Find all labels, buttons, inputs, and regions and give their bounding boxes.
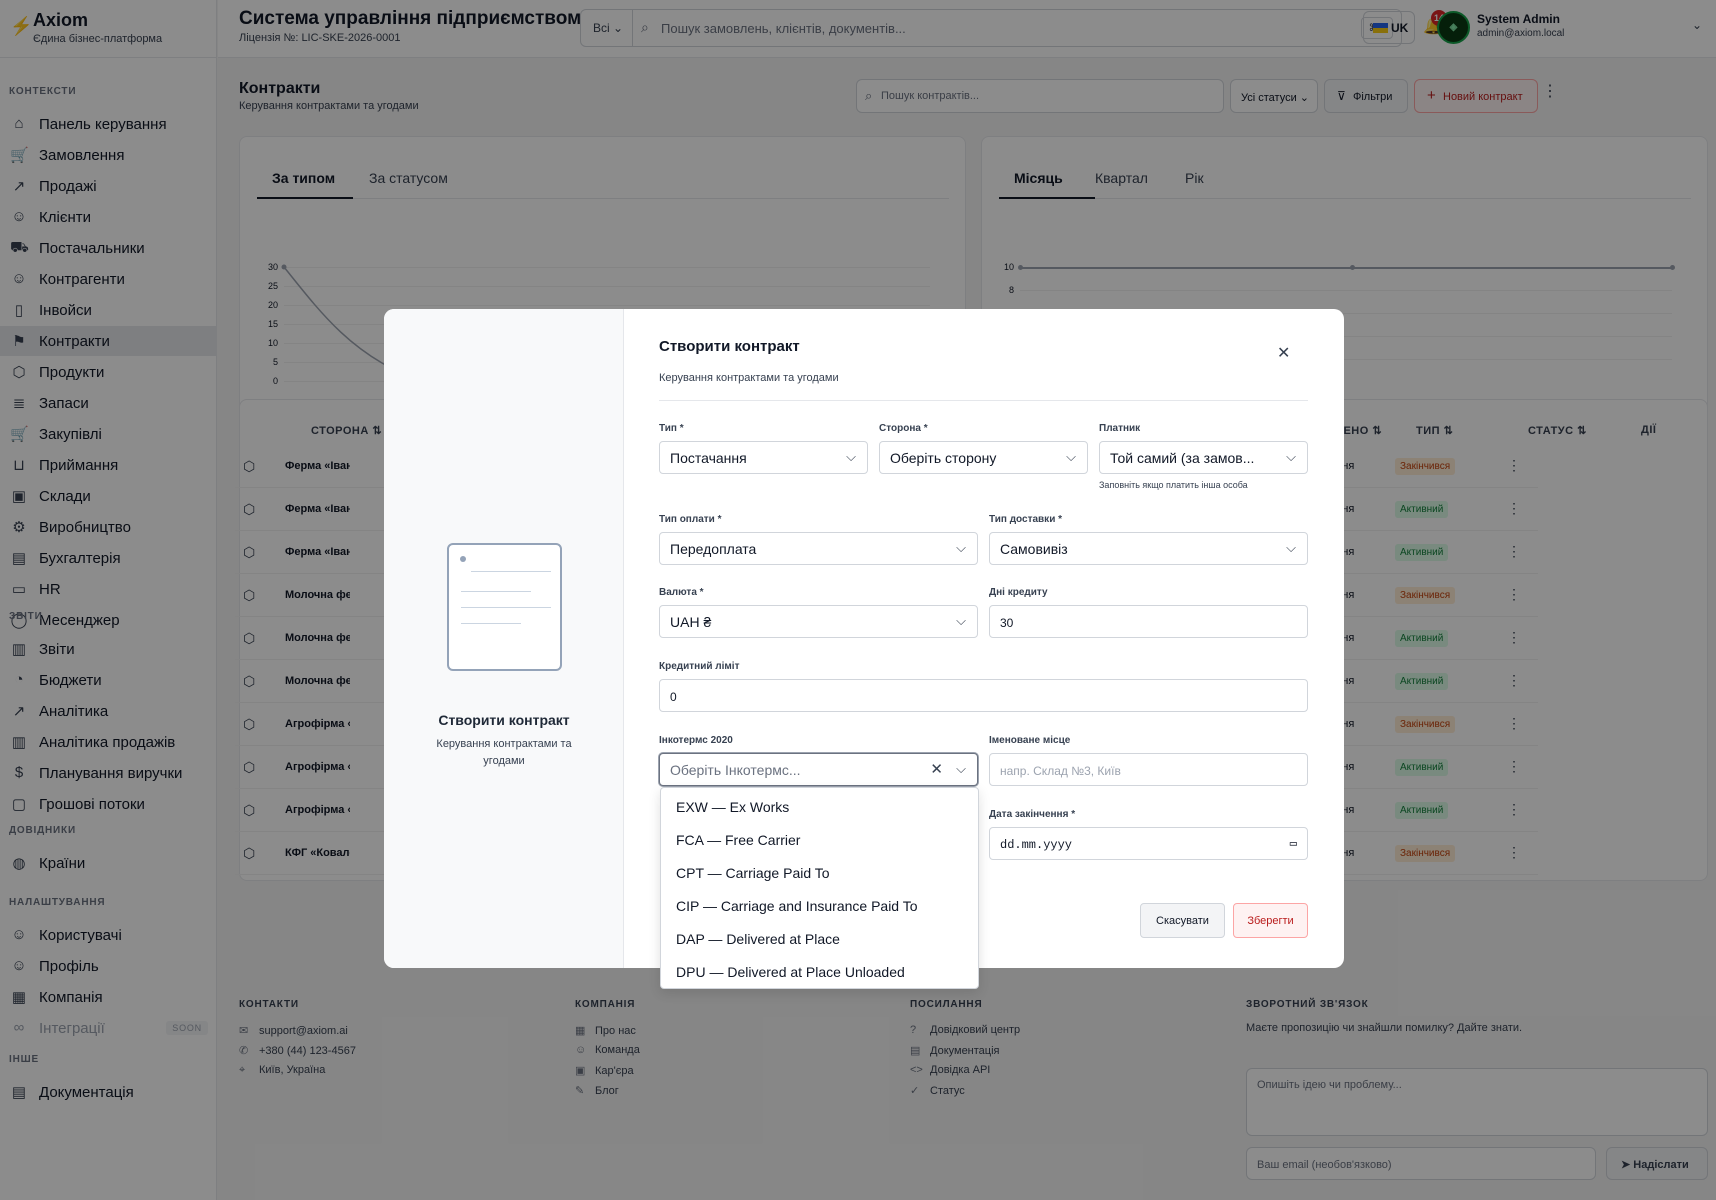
incoterms-option[interactable]: DAP — Delivered at Place [676, 931, 840, 947]
incoterms-dropdown: EXW — Ex Works FCA — Free Carrier CPT — Ca… [660, 787, 979, 989]
modal-illustration-panel: Створити контракт Керування контрактами … [384, 309, 624, 968]
end-date-label: Дата закінчення * [989, 809, 1076, 820]
incoterms-select[interactable]: Оберіть Інкотермс... ✕ ⌵ [659, 753, 978, 786]
chevron-down-icon: ⌵ [956, 613, 966, 628]
chevron-down-icon: ⌵ [1066, 449, 1076, 464]
party-select[interactable]: Оберіть сторону ⌵ [879, 441, 1088, 474]
incoterms-option[interactable]: DPU — Delivered at Place Unloaded [676, 964, 905, 980]
delivery-type-label: Тип доставки * [989, 514, 1063, 525]
doc-line [461, 623, 521, 624]
payment-type-label: Тип оплати * [659, 514, 722, 525]
doc-dot [460, 556, 466, 562]
incoterms-value: Оберіть Інкотермс... [670, 762, 801, 778]
modal-subtitle: Керування контрактами та угодами [659, 372, 839, 384]
doc-line [461, 607, 551, 608]
chevron-down-icon: ⌵ [1286, 540, 1296, 555]
save-button[interactable]: Зберегти [1233, 903, 1308, 938]
close-icon[interactable]: ✕ [1277, 343, 1290, 363]
calendar-icon[interactable]: ▭ [1290, 836, 1297, 851]
currency-value: UAH ₴ [670, 614, 712, 630]
cancel-button[interactable]: Скасувати [1140, 903, 1225, 938]
chevron-down-icon: ⌵ [956, 761, 966, 776]
payer-value: Той самий (за замов... [1110, 450, 1255, 466]
credit-limit-input[interactable]: 0 [659, 679, 1308, 712]
illustration-title: Створити контракт [438, 712, 570, 728]
payer-hint: Заповніть якщо платить інша особа [1099, 480, 1248, 490]
modal-divider [659, 400, 1308, 401]
payer-select[interactable]: Той самий (за замов... ⌵ [1099, 441, 1308, 474]
delivery-type-select[interactable]: Самовивіз ⌵ [989, 532, 1308, 565]
named-place-input[interactable]: напр. Склад №3, Київ [989, 753, 1308, 786]
incoterms-label: Інкотермс 2020 [659, 735, 733, 746]
credit-limit-label: Кредитний ліміт [659, 661, 740, 672]
named-place-label: Іменоване місце [989, 735, 1071, 746]
clear-icon[interactable]: ✕ [930, 760, 943, 778]
end-date-value: dd.mm.yyyy [1000, 838, 1073, 852]
chevron-down-icon: ⌵ [846, 449, 856, 464]
document-illustration-icon [447, 543, 562, 671]
incoterms-option[interactable]: FCA — Free Carrier [676, 832, 800, 848]
doc-line [471, 571, 551, 572]
illustration-subtitle: Керування контрактами та угодами [436, 738, 572, 767]
incoterms-option[interactable]: EXW — Ex Works [676, 799, 789, 815]
payment-type-select[interactable]: Передоплата ⌵ [659, 532, 978, 565]
party-label: Сторона * [879, 423, 928, 434]
type-label: Тип * [659, 423, 684, 434]
chevron-down-icon: ⌵ [1286, 449, 1296, 464]
credit-days-input[interactable]: 30 [989, 605, 1308, 638]
payer-label: Платник [1099, 423, 1141, 434]
doc-line [461, 591, 531, 592]
payment-type-value: Передоплата [670, 541, 757, 557]
delivery-type-value: Самовивіз [1000, 541, 1068, 557]
type-select[interactable]: Постачання ⌵ [659, 441, 868, 474]
chevron-down-icon: ⌵ [956, 540, 966, 555]
incoterms-option[interactable]: CIP — Carriage and Insurance Paid To [676, 898, 918, 914]
party-value: Оберіть сторону [890, 450, 997, 466]
currency-label: Валюта * [659, 587, 704, 598]
modal-title: Створити контракт [659, 338, 800, 355]
type-value: Постачання [670, 450, 747, 466]
end-date-input[interactable]: dd.mm.yyyy ▭ [989, 827, 1308, 860]
credit-days-label: Дні кредиту [989, 587, 1048, 598]
incoterms-option[interactable]: CPT — Carriage Paid To [676, 865, 830, 881]
currency-select[interactable]: UAH ₴ ⌵ [659, 605, 978, 638]
